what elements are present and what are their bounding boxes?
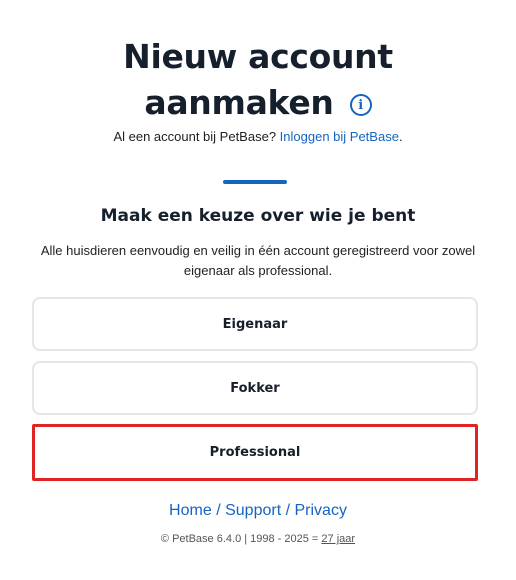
page-title-line1: Nieuw account bbox=[123, 37, 393, 76]
login-prompt-text: Al een account bij PetBase? bbox=[113, 129, 277, 144]
footer-link-home[interactable]: Home bbox=[169, 502, 212, 519]
info-icon[interactable]: i bbox=[349, 94, 372, 116]
login-prompt-suffix: . bbox=[398, 129, 403, 144]
choice-eigenaar-button[interactable]: Eigenaar bbox=[32, 297, 478, 351]
footer-separator: / bbox=[285, 502, 291, 519]
copyright-text: © PetBase 6.4.0 | 1998 - 2025 = bbox=[160, 533, 319, 545]
login-link[interactable]: Inloggen bij PetBase bbox=[280, 129, 399, 144]
footer-link-support[interactable]: Support bbox=[225, 502, 281, 519]
page-title: Nieuw account aanmaken i bbox=[0, 34, 516, 126]
choice-heading: Maak een keuze over wie je bent bbox=[100, 206, 416, 226]
section-divider bbox=[223, 180, 287, 184]
login-prompt: Al een account bij PetBase? Inloggen bij… bbox=[0, 129, 516, 144]
copyright: © PetBase 6.4.0 | 1998 - 2025 = 27 jaar bbox=[0, 533, 516, 545]
page-title-line2: aanmaken bbox=[144, 83, 334, 122]
years-link[interactable]: 27 jaar bbox=[321, 533, 355, 545]
choice-description: Alle huisdieren eenvoudig en veilig in é… bbox=[40, 243, 476, 278]
page-title-line2-wrap: aanmaken i bbox=[144, 80, 372, 126]
footer-separator: / bbox=[216, 502, 221, 519]
footer-links: Home / Support / Privacy bbox=[0, 502, 516, 520]
choice-fokker-button[interactable]: Fokker bbox=[32, 361, 478, 415]
choice-professional-button[interactable]: Professional bbox=[32, 424, 478, 481]
footer-link-privacy[interactable]: Privacy bbox=[295, 502, 347, 519]
